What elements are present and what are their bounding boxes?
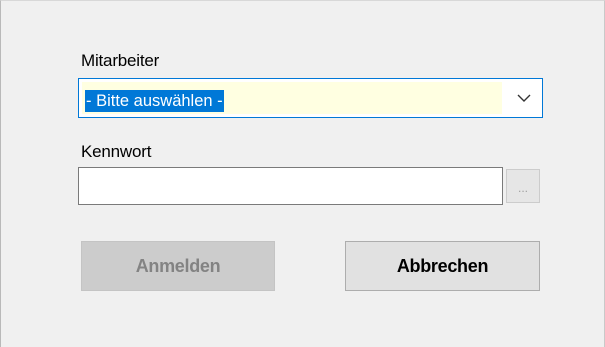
login-dialog: Mitarbeiter - Bitte auswählen - Kennwort… xyxy=(0,0,605,347)
employee-select-value: - Bitte auswählen - xyxy=(85,90,224,112)
employee-select-field[interactable]: - Bitte auswählen - xyxy=(82,82,502,114)
password-field[interactable] xyxy=(78,167,503,205)
chevron-down-icon[interactable] xyxy=(516,91,532,105)
browse-button[interactable]: ... xyxy=(506,169,540,203)
password-label: Kennwort xyxy=(81,142,152,161)
login-button[interactable]: Anmelden xyxy=(81,241,275,291)
employee-select[interactable]: - Bitte auswählen - xyxy=(78,78,543,118)
employee-label: Mitarbeiter xyxy=(81,51,160,70)
cancel-button[interactable]: Abbrechen xyxy=(345,241,540,291)
